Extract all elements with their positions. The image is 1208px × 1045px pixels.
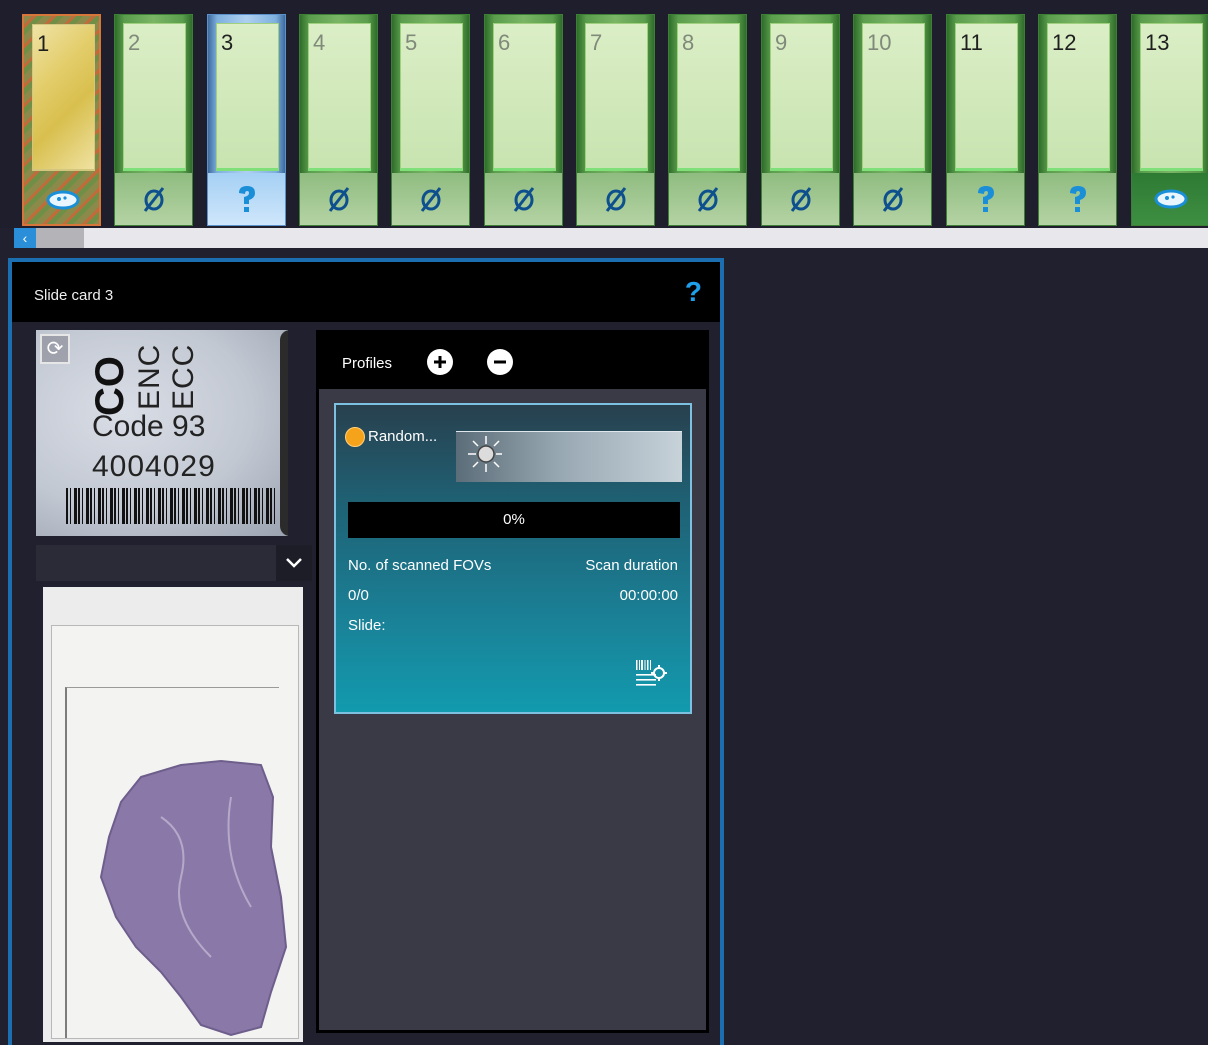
question-icon bbox=[1039, 173, 1116, 225]
slide-card-header: Slide card 3 ? bbox=[12, 262, 720, 322]
profile-preview bbox=[456, 431, 682, 482]
slot-number: 13 bbox=[1145, 30, 1170, 55]
slot-number: 7 bbox=[590, 30, 603, 55]
question-icon bbox=[208, 173, 285, 225]
profile-card[interactable]: Random... 0% No. of scanned FOVs Scan du bbox=[334, 403, 692, 714]
empty-slot-icon bbox=[485, 173, 562, 225]
empty-slot-icon bbox=[300, 173, 377, 225]
barcode-settings-icon[interactable] bbox=[634, 657, 668, 691]
duration-value: 00:00:00 bbox=[619, 587, 678, 604]
label-edge bbox=[280, 330, 288, 536]
label-text-co: CO bbox=[88, 356, 132, 416]
scrollbar-thumb[interactable] bbox=[36, 228, 84, 248]
slot-number: 8 bbox=[682, 30, 695, 55]
empty-slot-icon bbox=[577, 173, 654, 225]
status-dot-icon bbox=[345, 427, 365, 447]
slide-slot-5[interactable]: 5 bbox=[391, 14, 470, 226]
profiles-header: Profiles bbox=[319, 333, 706, 389]
slide-slot-6[interactable]: 6 bbox=[484, 14, 563, 226]
chevron-down-icon[interactable] bbox=[276, 545, 312, 581]
profile-name: Random... bbox=[368, 428, 438, 445]
refresh-icon[interactable]: ⟳ bbox=[40, 334, 70, 364]
label-text-ecc: ECC bbox=[167, 343, 200, 410]
slot-number: 9 bbox=[775, 30, 788, 55]
slide-slot-10[interactable]: 10 bbox=[853, 14, 932, 226]
slide-loaded-icon bbox=[1132, 173, 1208, 225]
slot-number: 5 bbox=[405, 30, 418, 55]
help-icon[interactable]: ? bbox=[685, 276, 702, 308]
scan-progress-bar: 0% bbox=[348, 502, 680, 538]
slide-card: Slide card 3 ? CO ENC ECC Code 93 400402… bbox=[8, 258, 724, 1045]
slide-strip-scrollbar[interactable]: ‹ bbox=[14, 228, 1208, 248]
label-dropdown[interactable] bbox=[36, 545, 312, 581]
slot-number: 4 bbox=[313, 30, 326, 55]
slot-number: 10 bbox=[867, 30, 892, 55]
empty-slot-icon bbox=[669, 173, 746, 225]
fovs-label: No. of scanned FOVs bbox=[348, 557, 492, 574]
slide-slot-12[interactable]: 12 bbox=[1038, 14, 1117, 226]
slot-number: 2 bbox=[128, 30, 141, 55]
brightness-icon bbox=[468, 436, 502, 472]
slide-loaded-icon bbox=[24, 174, 101, 226]
empty-slot-icon bbox=[392, 173, 469, 225]
slide-label-image: CO ENC ECC Code 93 4004029 bbox=[36, 330, 288, 536]
slide-label: Slide: bbox=[348, 617, 386, 634]
barcode-image bbox=[66, 488, 278, 524]
slide-slot-9[interactable]: 9 bbox=[761, 14, 840, 226]
profiles-title: Profiles bbox=[342, 355, 393, 372]
empty-slot-icon bbox=[115, 173, 192, 225]
empty-slot-icon bbox=[854, 173, 931, 225]
slide-slot-1[interactable]: 1 bbox=[22, 14, 101, 226]
slide-slot-2[interactable]: 2 bbox=[114, 14, 193, 226]
profiles-panel: Profiles Random... 0% No. of scanned FOV… bbox=[316, 330, 709, 1033]
slot-number: 6 bbox=[498, 30, 511, 55]
scroll-left-arrow[interactable]: ‹ bbox=[14, 228, 36, 248]
label-code-title: Code 93 bbox=[92, 410, 206, 443]
slide-slot-4[interactable]: 4 bbox=[299, 14, 378, 226]
empty-slot-icon bbox=[762, 173, 839, 225]
remove-profile-icon[interactable] bbox=[487, 349, 513, 375]
label-text-enc: ENC bbox=[133, 343, 166, 410]
slide-slot-3[interactable]: 3 bbox=[207, 14, 286, 226]
tissue-sample bbox=[99, 759, 288, 1037]
slide-card-title: Slide card 3 bbox=[34, 287, 114, 304]
slide-slot-7[interactable]: 7 bbox=[576, 14, 655, 226]
slide-slot-13[interactable]: 13 bbox=[1131, 14, 1208, 226]
progress-text: 0% bbox=[503, 511, 525, 528]
duration-label: Scan duration bbox=[585, 557, 678, 574]
slide-strip: 1 2 3 4 5 6 7 8 9 10 11 12 13 bbox=[0, 0, 1208, 228]
slide-slot-11[interactable]: 11 bbox=[946, 14, 1025, 226]
slide-slot-8[interactable]: 8 bbox=[668, 14, 747, 226]
label-code-number: 4004029 bbox=[92, 450, 216, 483]
slot-number: 1 bbox=[37, 31, 50, 56]
question-icon bbox=[947, 173, 1024, 225]
slot-number: 12 bbox=[1052, 30, 1077, 55]
slot-number: 11 bbox=[960, 30, 983, 55]
slot-number: 3 bbox=[221, 30, 234, 55]
add-profile-icon[interactable] bbox=[427, 349, 453, 375]
fovs-value: 0/0 bbox=[348, 587, 369, 604]
slide-overview-image bbox=[43, 587, 303, 1042]
